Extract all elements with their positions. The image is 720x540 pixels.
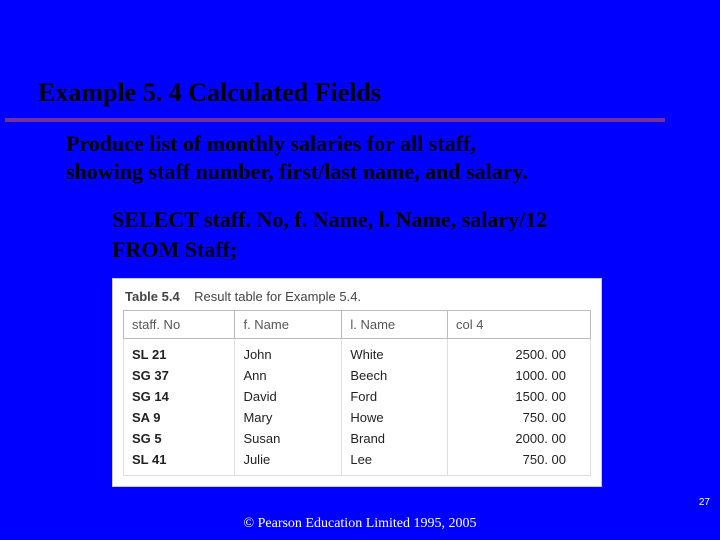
- table-cell: Brand: [342, 428, 448, 449]
- table-cell: 1000. 00: [448, 365, 591, 386]
- table-caption-bold: Table 5.4: [125, 289, 180, 304]
- sql-block: SELECT staff. No, f. Name, l. Name, sala…: [0, 185, 720, 264]
- description-line-1: Produce list of monthly salaries for all…: [66, 131, 476, 156]
- title-underline: [5, 118, 665, 122]
- table-caption-rest: Result table for Example 5.4.: [194, 289, 361, 304]
- sql-line-2: FROM Staff;: [112, 237, 237, 262]
- table-cell: Lee: [342, 449, 448, 476]
- table-cell: SG 37: [124, 365, 235, 386]
- sql-line-1: SELECT staff. No, f. Name, l. Name, sala…: [112, 207, 547, 232]
- table-row: SL 21 John White 2500. 00: [124, 339, 591, 366]
- table-cell: 750. 00: [448, 407, 591, 428]
- table-cell: 1500. 00: [448, 386, 591, 407]
- table-cell: SA 9: [124, 407, 235, 428]
- table-cell: Howe: [342, 407, 448, 428]
- page-number: 27: [699, 497, 710, 508]
- table-cell: 750. 00: [448, 449, 591, 476]
- table-cell: David: [235, 386, 342, 407]
- table-cell: John: [235, 339, 342, 366]
- table-cell: Beech: [342, 365, 448, 386]
- table-row: SA 9 Mary Howe 750. 00: [124, 407, 591, 428]
- table-cell: Ford: [342, 386, 448, 407]
- table-cell: White: [342, 339, 448, 366]
- table-row: SL 41 Julie Lee 750. 00: [124, 449, 591, 476]
- copyright: © Pearson Education Limited 1995, 2005: [0, 516, 720, 532]
- table-row: SG 5 Susan Brand 2000. 00: [124, 428, 591, 449]
- table-header: col 4: [448, 311, 591, 339]
- table-row: SG 37 Ann Beech 1000. 00: [124, 365, 591, 386]
- description-line-2: showing staff number, first/last name, a…: [66, 159, 528, 184]
- slide-title: Example 5. 4 Calculated Fields: [0, 0, 720, 108]
- result-table-figure: Table 5.4 Result table for Example 5.4. …: [112, 278, 602, 487]
- table-header-row: staff. No f. Name l. Name col 4: [124, 311, 591, 339]
- table-header: staff. No: [124, 311, 235, 339]
- table-cell: SG 14: [124, 386, 235, 407]
- table-cell: SL 41: [124, 449, 235, 476]
- table-caption: Table 5.4 Result table for Example 5.4.: [123, 287, 591, 310]
- slide: Example 5. 4 Calculated Fields Produce l…: [0, 0, 720, 540]
- table-cell: 2000. 00: [448, 428, 591, 449]
- table-header: f. Name: [235, 311, 342, 339]
- table-cell: 2500. 00: [448, 339, 591, 366]
- table-header: l. Name: [342, 311, 448, 339]
- table-cell: Julie: [235, 449, 342, 476]
- table-cell: Ann: [235, 365, 342, 386]
- result-table: staff. No f. Name l. Name col 4 SL 21 Jo…: [123, 310, 591, 476]
- table-cell: SL 21: [124, 339, 235, 366]
- table-row: SG 14 David Ford 1500. 00: [124, 386, 591, 407]
- table-cell: Mary: [235, 407, 342, 428]
- table-cell: Susan: [235, 428, 342, 449]
- table-cell: SG 5: [124, 428, 235, 449]
